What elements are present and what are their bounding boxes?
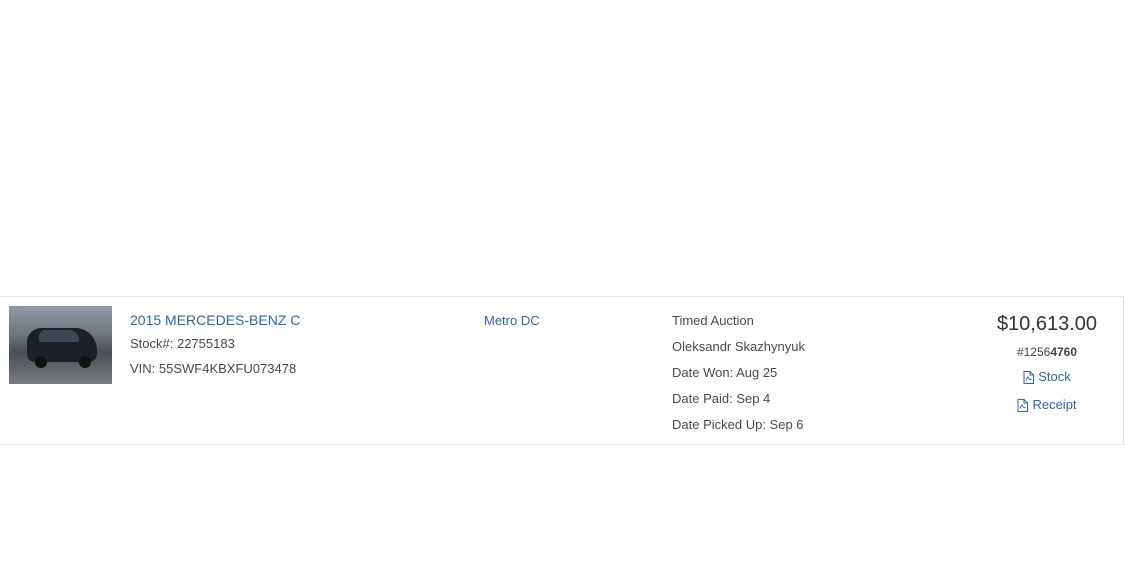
price-info: $10,613.00 #12564760 Stock Receipt xyxy=(980,311,1114,424)
invoice-suffix: 4760 xyxy=(1050,345,1078,359)
car-wheel xyxy=(79,356,91,368)
vehicle-thumbnail[interactable] xyxy=(9,306,112,384)
location-link[interactable]: Metro DC xyxy=(484,313,540,328)
pdf-icon xyxy=(1017,398,1029,412)
vehicle-title-link[interactable]: 2015 MERCEDES-BENZ C xyxy=(130,311,300,329)
receipt-link-label: Receipt xyxy=(1032,397,1077,412)
date-won: Date Won: Aug 25 xyxy=(672,365,778,380)
vehicle-info: 2015 MERCEDES-BENZ C Stock#: 22755183 VI… xyxy=(130,311,300,385)
auction-details: Timed Auction Oleksandr Skazhynyuk Date … xyxy=(672,312,805,442)
date-paid: Date Paid: Sep 4 xyxy=(672,391,771,406)
stock-number: Stock#: 22755183 xyxy=(130,336,235,351)
date-picked-up: Date Picked Up: Sep 6 xyxy=(672,417,804,432)
location-info: Metro DC xyxy=(484,312,540,330)
pdf-icon xyxy=(1023,370,1035,384)
buyer-name: Oleksandr Skazhynyuk xyxy=(672,339,805,354)
stock-link-label: Stock xyxy=(1038,369,1071,384)
auction-type: Timed Auction xyxy=(672,313,754,328)
car-window xyxy=(39,330,79,342)
price-amount: $10,613.00 xyxy=(996,313,1098,335)
invoice-number: #12564760 xyxy=(980,344,1114,360)
invoice-prefix: #1256 xyxy=(1016,345,1051,359)
receipt-pdf-link[interactable]: Receipt xyxy=(1017,396,1077,414)
stock-pdf-link[interactable]: Stock xyxy=(1023,368,1071,386)
vin-number: VIN: 55SWF4KBXFU073478 xyxy=(130,361,297,376)
purchase-row: 2015 MERCEDES-BENZ C Stock#: 22755183 VI… xyxy=(0,296,1124,445)
car-wheel xyxy=(35,356,47,368)
